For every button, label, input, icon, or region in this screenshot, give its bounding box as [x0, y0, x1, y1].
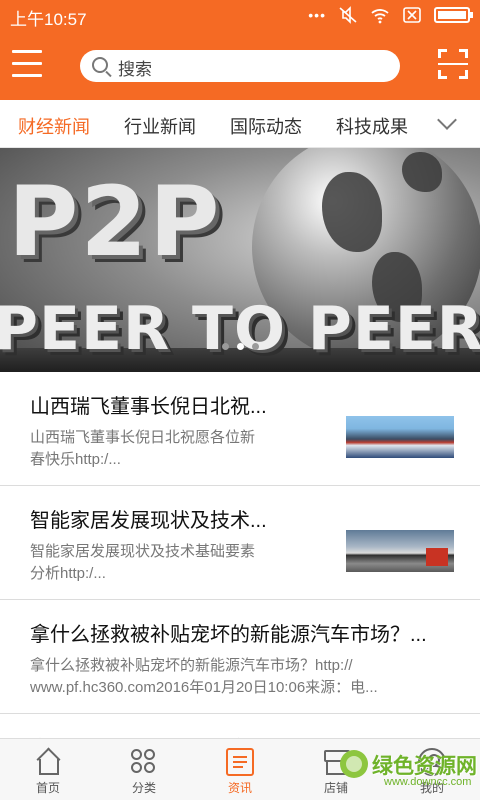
news-icon	[226, 748, 254, 776]
pager-dot-active	[236, 343, 244, 350]
status-time: 上午10:57	[10, 10, 87, 29]
wifi-icon	[371, 9, 389, 24]
news-item[interactable]: 拿什么拯救被补贴宠坏的新能源汽车市场？... 拿什么拯救被补贴宠坏的新能源汽车市…	[0, 600, 480, 714]
pager-dot	[221, 343, 229, 350]
tab-tech[interactable]: 科技成果	[336, 113, 408, 139]
nav-home[interactable]: 首页	[0, 739, 96, 800]
search-placeholder: 搜索	[118, 60, 152, 79]
nav-label: 资讯	[227, 781, 252, 795]
tab-international[interactable]: 国际动态	[230, 113, 302, 139]
battery-icon	[434, 7, 473, 23]
banner-subline: PEER TO PEER	[0, 294, 480, 364]
news-summary: 山西瑞飞董事长倪日北祝愿各位新 春快乐http:/...	[30, 429, 256, 468]
category-icon	[130, 748, 158, 776]
status-icons: •••	[308, 6, 473, 24]
app-header: 搜索	[0, 32, 480, 100]
watermark-logo-icon	[340, 750, 368, 778]
watermark: 绿色资源网 www.downcc.com	[340, 748, 477, 792]
search-input[interactable]: 搜索	[80, 50, 400, 82]
pager-dot	[251, 343, 259, 350]
news-thumbnail	[346, 530, 454, 572]
news-item[interactable]: 智能家居发展现状及技术... 智能家居发展现状及技术基础要素 分析http:/.…	[0, 486, 480, 600]
banner-headline: P2P	[8, 166, 222, 278]
news-item[interactable]: 山西瑞飞董事长倪日北祝... 山西瑞飞董事长倪日北祝愿各位新 春快乐http:/…	[0, 372, 480, 486]
no-sim-icon	[403, 7, 421, 23]
mute-icon	[339, 6, 357, 24]
tab-finance-news[interactable]: 财经新闻	[18, 113, 90, 139]
news-list: 山西瑞飞董事长倪日北祝... 山西瑞飞董事长倪日北祝愿各位新 春快乐http:/…	[0, 372, 480, 774]
watermark-url: www.downcc.com	[384, 776, 472, 788]
banner-pager	[0, 343, 480, 350]
news-summary: 拿什么拯救被补贴宠坏的新能源汽车市场？http:// www.pf.hc360.…	[30, 657, 378, 696]
nav-label: 首页	[35, 781, 60, 795]
scan-icon[interactable]	[438, 49, 468, 79]
nav-label: 分类	[131, 781, 156, 795]
news-thumbnail	[346, 416, 454, 458]
home-icon	[34, 748, 62, 776]
news-summary: 智能家居发展现状及技术基础要素 分析http:/...	[30, 543, 256, 582]
news-title: 拿什么拯救被补贴宠坏的新能源汽车市场？...	[30, 624, 427, 646]
more-dots-icon: •••	[308, 7, 326, 23]
menu-icon[interactable]	[12, 50, 42, 82]
news-title: 山西瑞飞董事长倪日北祝...	[30, 396, 267, 418]
chevron-down-icon[interactable]	[436, 110, 460, 134]
nav-category[interactable]: 分类	[96, 739, 192, 800]
tab-industry-news[interactable]: 行业新闻	[124, 113, 196, 139]
category-tabs: 财经新闻 行业新闻 国际动态 科技成果	[0, 100, 480, 148]
search-icon	[92, 57, 108, 73]
status-bar: 上午10:57 •••	[0, 0, 480, 32]
news-title: 智能家居发展现状及技术...	[30, 510, 267, 532]
nav-news[interactable]: 资讯	[192, 739, 288, 800]
banner-carousel[interactable]: P2P PEER TO PEER	[0, 148, 480, 372]
